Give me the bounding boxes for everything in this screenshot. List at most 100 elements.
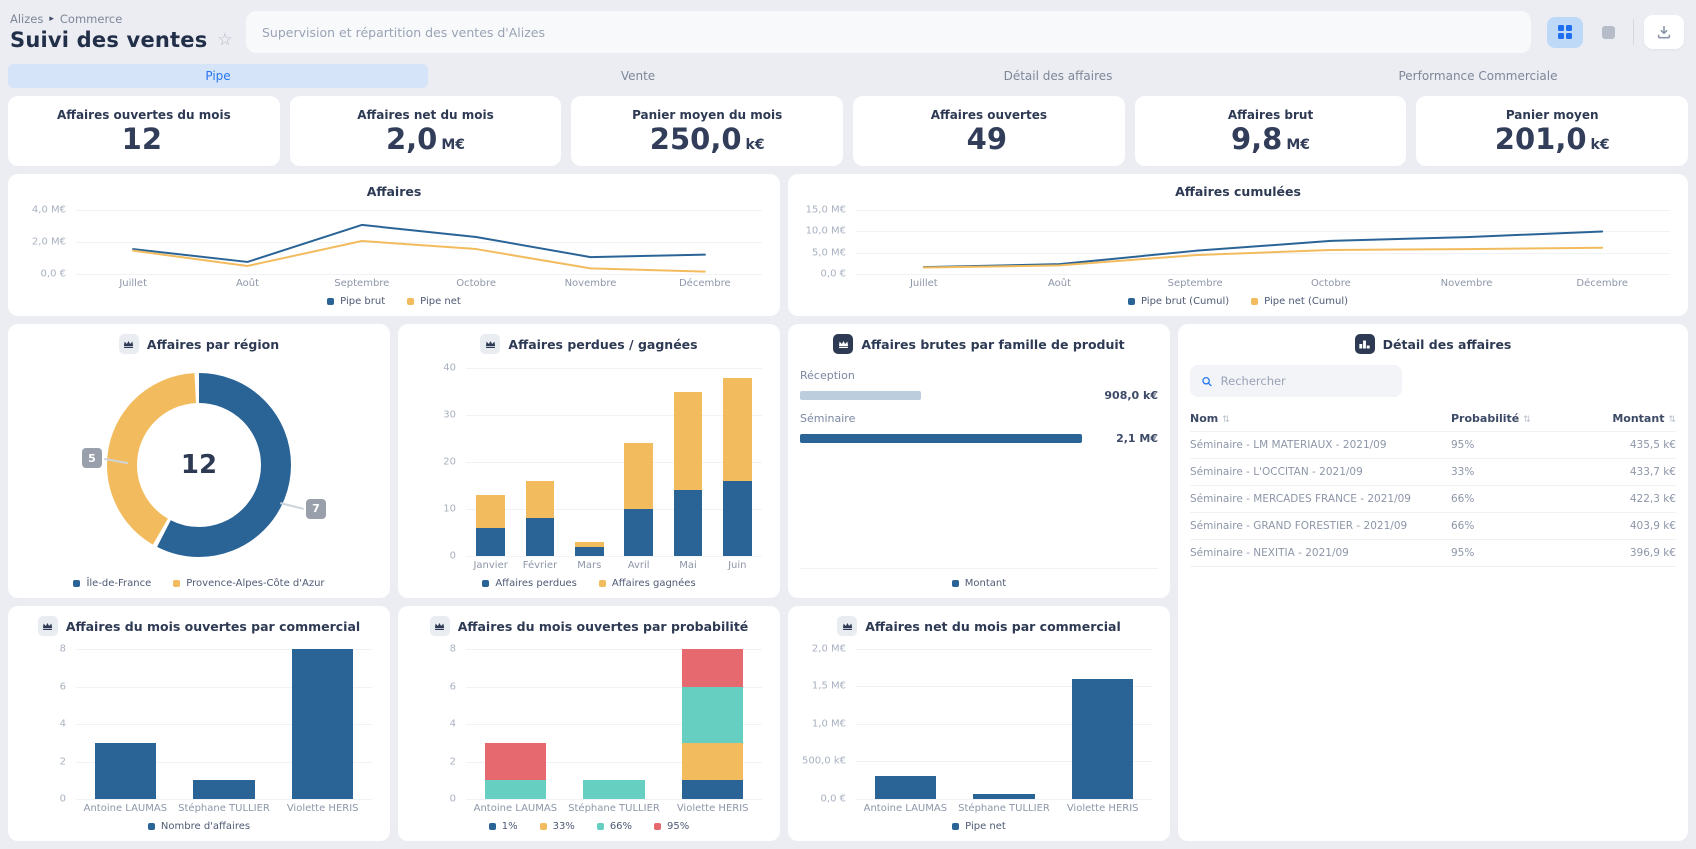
legend-item[interactable]: Provence-Alpes-Côte d'Azur <box>173 578 325 589</box>
legend-item[interactable]: Pipe net <box>952 821 1006 832</box>
bar-segment <box>476 527 505 556</box>
bar <box>673 359 703 556</box>
legend-item[interactable]: 95% <box>654 821 689 832</box>
table-row[interactable]: Séminaire - L'OCCITAN - 2021/09 33% 433,7 … <box>1190 459 1676 486</box>
tab-vente[interactable]: Vente <box>428 64 848 88</box>
column-header-probabilité[interactable]: Probabilité ⇅ <box>1451 412 1581 425</box>
tab-performance-commerciale[interactable]: Performance Commerciale <box>1268 64 1688 88</box>
legend-dot <box>951 580 959 587</box>
favorite-star-icon[interactable]: ☆ <box>217 30 232 50</box>
line-series <box>856 204 1670 274</box>
bar-segment <box>484 780 546 799</box>
breadcrumb-item-commerce[interactable]: Commerce <box>60 12 122 26</box>
column-header-montant[interactable]: Montant ⇅ <box>1581 412 1676 425</box>
bar-segment <box>94 742 156 799</box>
y-tick-label: 0,0 € <box>40 268 66 280</box>
y-tick-label: 4,0 M€ <box>31 204 66 216</box>
legend-item[interactable]: Pipe net (Cumul) <box>1251 296 1348 307</box>
breadcrumb-item-alizes[interactable]: Alizes <box>10 12 43 26</box>
legend-item[interactable]: 1% <box>488 821 518 832</box>
legend-dot <box>147 823 155 830</box>
table-row[interactable]: Séminaire - MERCADES FRANCE - 2021/09 66%… <box>1190 486 1676 513</box>
kpi-affaires-brut: Affaires brut 9,8 M€ <box>1134 96 1407 166</box>
legend-item[interactable]: Montant <box>951 578 1006 589</box>
y-axis: 15,0 M€ 10,0 M€ 5,0 M€ 0,0 € <box>800 204 856 279</box>
main-grid: Affaires par région 12 5 7 Île-de-France Prov… <box>8 324 1688 841</box>
legend-item[interactable]: 33% <box>539 821 575 832</box>
bar <box>583 641 645 799</box>
bar-segment <box>682 742 744 781</box>
kpi-label: Panier moyen <box>1505 108 1599 122</box>
legend-item[interactable]: Pipe brut <box>327 296 385 307</box>
gridline <box>466 799 762 800</box>
description-input[interactable] <box>246 11 1531 53</box>
panel-affaires-brutes-par-famille: Affaires brutes par famille de produit Ré… <box>788 324 1170 598</box>
line-charts-row: Affaires 4,0 M€ 2,0 M€ 0,0 € Juillet Août Sept… <box>8 174 1688 316</box>
header: Alizes ▸ Commerce Suivi des ventes ☆ <box>8 8 1688 56</box>
legend-item[interactable]: 66% <box>596 821 632 832</box>
y-tick-label: 2 <box>449 756 456 768</box>
grid-view-button[interactable] <box>1547 16 1583 48</box>
legend-item[interactable]: Nombre d'affaires <box>147 821 250 832</box>
x-axis: Juillet Août Septembre Octobre Novembre Décem… <box>856 274 1670 289</box>
crown-icon <box>480 334 501 354</box>
bar-segment <box>476 495 505 528</box>
legend-item[interactable]: Affaires gagnées <box>598 578 696 589</box>
card-view-button[interactable] <box>1593 17 1623 48</box>
table-row[interactable]: Séminaire - GRAND FORESTIER - 2021/09 66%… <box>1190 513 1676 540</box>
y-tick-label: 500,0 k€ <box>802 755 846 767</box>
bar <box>624 359 653 556</box>
legend-label: Pipe brut (Cumul) <box>1141 296 1230 307</box>
breadcrumb: Alizes ▸ Commerce <box>10 12 230 26</box>
cell-probabilite: 95% <box>1451 439 1475 451</box>
y-tick-label: 0,0 € <box>820 793 846 805</box>
legend-label: Pipe net (Cumul) <box>1264 296 1348 307</box>
legend-item[interactable]: Île-de-France <box>73 578 151 589</box>
table-row[interactable]: Séminaire - NEXITIA - 2021/09 95% 396,9 k€ <box>1190 540 1676 567</box>
table-row[interactable]: Séminaire - LM MATERIAUX - 2021/09 95% 435… <box>1190 432 1676 459</box>
y-tick-label: 0 <box>59 793 66 805</box>
panel-title-row: Affaires cumulées <box>800 183 1676 204</box>
y-tick-label: 5,0 M€ <box>811 247 846 259</box>
y-tick-label: 0,0 € <box>820 268 846 280</box>
table-search-input[interactable] <box>1220 374 1391 388</box>
download-button[interactable] <box>1644 15 1684 49</box>
x-axis: Juillet Août Septembre Octobre Novembre Décem… <box>76 274 762 289</box>
x-axis-label: Antoine LAUMAS <box>473 803 558 814</box>
y-tick-label: 30 <box>443 409 456 421</box>
chart-body: 15,0 M€ 10,0 M€ 5,0 M€ 0,0 € Juillet Août Sept… <box>800 204 1676 289</box>
legend-dot <box>952 823 960 830</box>
panel-title-row: Affaires du mois ouvertes par probabilit… <box>410 615 768 641</box>
column-header-nom[interactable]: Nom ⇅ <box>1190 412 1451 425</box>
bar <box>484 641 546 799</box>
sort-icon[interactable]: ⇅ <box>1668 415 1676 425</box>
hbar-value: 2,1 M€ <box>1116 432 1158 445</box>
panel-title: Affaires <box>366 184 422 199</box>
legend-dot <box>482 580 490 587</box>
legend-item[interactable]: Pipe brut (Cumul) <box>1128 296 1229 307</box>
square-icon <box>1601 25 1615 39</box>
legend-item[interactable]: Affaires perdues <box>482 578 577 589</box>
x-axis-label: Violette HERIS <box>676 803 749 814</box>
y-tick-label: 6 <box>449 681 456 693</box>
tab-detail-des-affaires[interactable]: Détail des affaires <box>848 64 1268 88</box>
tab-pipe[interactable]: Pipe <box>8 64 428 88</box>
donut-center-value: 12 <box>180 450 218 480</box>
bar <box>1072 641 1134 799</box>
kpi-value: 12 <box>121 122 163 156</box>
panel-title: Affaires par région <box>146 336 280 352</box>
bar-segment <box>292 649 354 799</box>
panel-affaires-cumulees: Affaires cumulées 15,0 M€ 10,0 M€ 5,0 M€ 0,0… <box>788 174 1688 316</box>
x-axis-label: Antoine LAUMAS <box>83 803 168 814</box>
bar <box>525 359 555 556</box>
panel-title-row: Détail des affaires <box>1190 333 1676 359</box>
sort-icon[interactable]: ⇅ <box>1222 415 1230 425</box>
sort-icon[interactable]: ⇅ <box>1523 415 1531 425</box>
download-icon <box>1657 25 1671 39</box>
panel-title-row: Affaires perdues / gagnées <box>410 333 768 359</box>
bar-segment <box>193 780 255 799</box>
legend-item[interactable]: Pipe net <box>407 296 461 307</box>
y-axis: 2,0 M€ 1,5 M€ 1,0 M€ 500,0 k€ 0,0 € <box>800 641 856 804</box>
legend-label: Provence-Alpes-Côte d'Azur <box>186 578 325 589</box>
cell-montant: 422,3 k€ <box>1629 493 1676 505</box>
